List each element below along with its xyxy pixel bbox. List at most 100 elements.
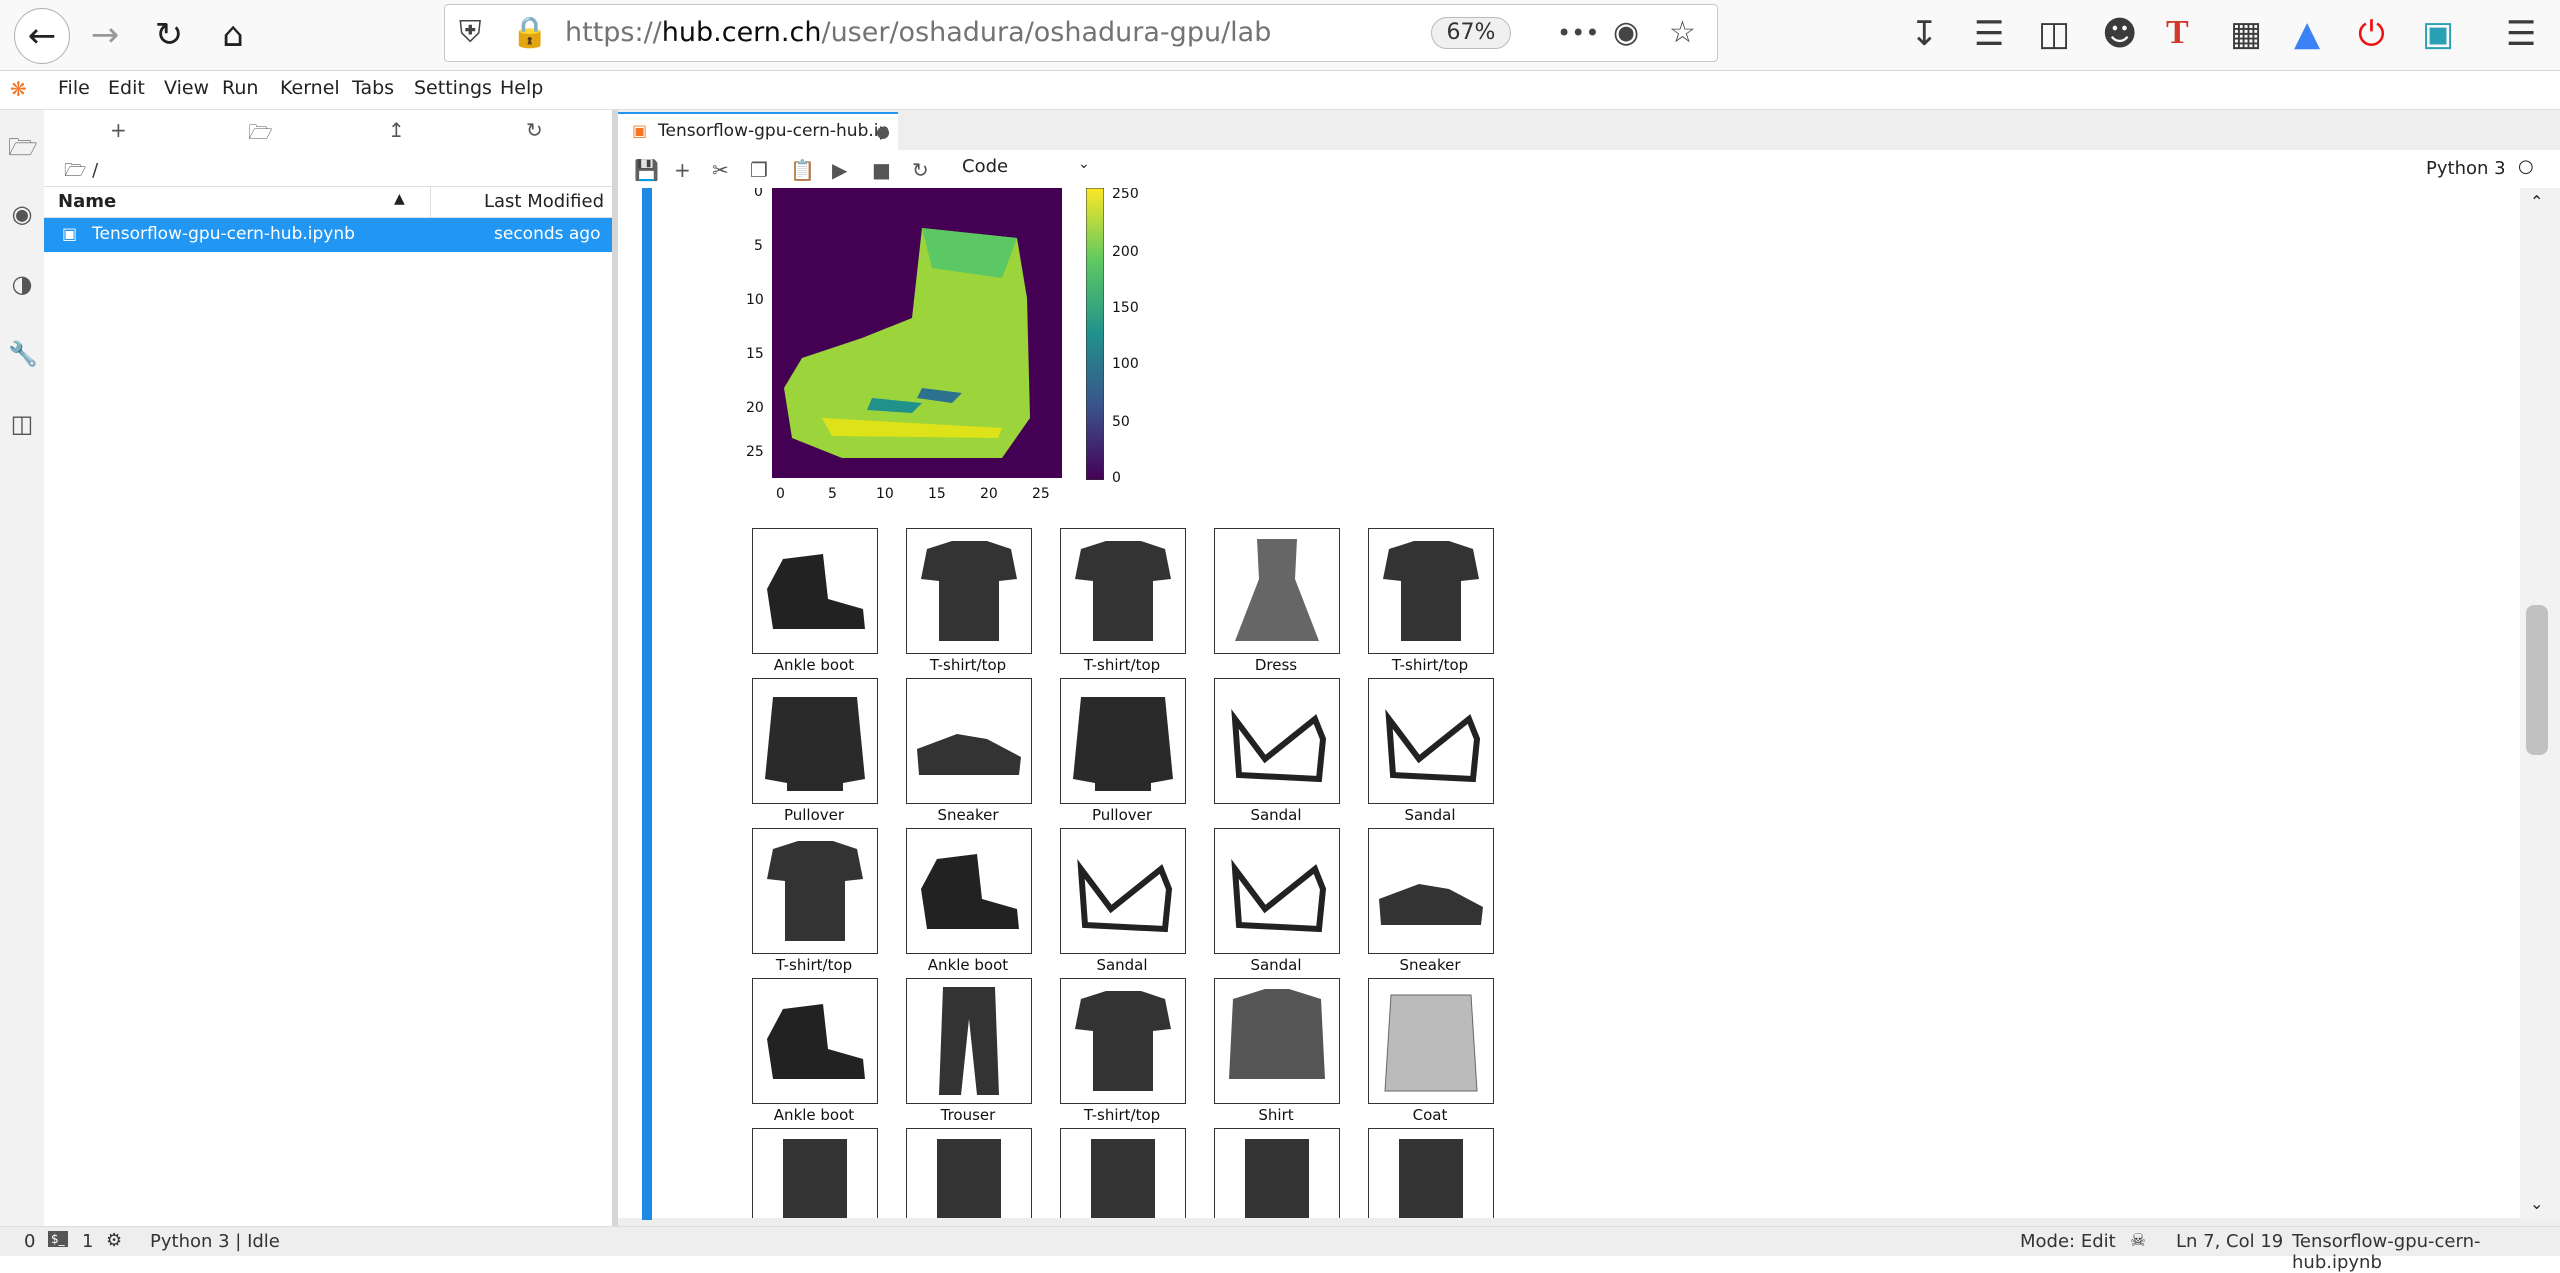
scroll-down-icon[interactable]: ⌄	[2530, 1194, 2543, 1213]
download-icon[interactable]: ↧	[1910, 14, 1939, 54]
unsaved-dot-icon[interactable]: ●	[876, 122, 890, 141]
y-tick: 15	[746, 346, 764, 362]
grid-thumbnail	[906, 678, 1032, 804]
lock-icon[interactable]: 🔒	[511, 15, 548, 50]
menu-kernel[interactable]: Kernel	[280, 77, 340, 99]
file-row[interactable]: ▣ Tensorflow-gpu-cern-hub.ipynb seconds …	[44, 218, 612, 252]
run-icon[interactable]: ▶	[832, 158, 847, 182]
new-launcher-icon[interactable]: +	[110, 118, 127, 142]
heatmap-image	[772, 188, 1062, 478]
grid-thumbnail	[1368, 528, 1494, 654]
chevron-down-icon[interactable]: ⌄	[1078, 156, 1090, 172]
kernel-status-icon[interactable]: ○	[2518, 156, 2534, 177]
grid-thumbnail	[1368, 678, 1494, 804]
menu-edit[interactable]: Edit	[108, 77, 145, 99]
grid-thumbnail	[1060, 678, 1186, 804]
extension-cap-icon[interactable]: ▲	[2294, 14, 2320, 54]
mode-indicator[interactable]: Mode: Edit	[2020, 1231, 2116, 1252]
cell-type-select[interactable]: Code ⌄	[962, 156, 1092, 180]
power-icon[interactable]: ⏻	[2358, 14, 2385, 54]
grid-thumbnail	[752, 528, 878, 654]
grid-label: T-shirt/top	[1083, 656, 1161, 674]
reload-button[interactable]: ↻	[142, 8, 196, 62]
grid-thumbnail	[1060, 528, 1186, 654]
pocket-icon[interactable]: ◉	[1613, 15, 1639, 50]
url-text[interactable]: https://hub.cern.ch/user/oshadura/oshadu…	[565, 17, 1271, 48]
copy-icon[interactable]: ❐	[750, 158, 768, 182]
menu-tabs[interactable]: Tabs	[352, 77, 394, 99]
column-last-modified[interactable]: Last Modified	[484, 191, 604, 212]
terminal-icon[interactable]: $_	[48, 1231, 68, 1247]
folder-icon[interactable]: 🗁	[64, 160, 86, 181]
colorbar-tick: 100	[1112, 356, 1139, 372]
grid-thumbnail	[1214, 828, 1340, 954]
grid-label: Ankle boot	[927, 956, 1009, 974]
extension-grid-icon[interactable]: ▦	[2230, 14, 2262, 54]
kernel-name[interactable]: Python 3	[2426, 158, 2506, 179]
shield-icon[interactable]: ⛨	[459, 15, 482, 50]
breadcrumb-root[interactable]: /	[92, 160, 98, 181]
hamburger-menu-icon[interactable]: ☰	[2506, 14, 2536, 54]
save-icon[interactable]: 💾	[634, 158, 659, 182]
status-count-1[interactable]: 0	[24, 1231, 35, 1252]
grid-label: T-shirt/top	[1391, 656, 1469, 674]
status-count-2[interactable]: 1	[82, 1231, 93, 1252]
status-filename[interactable]: Tensorflow-gpu-cern-hub.ipynb	[2292, 1231, 2560, 1273]
menu-view[interactable]: View	[164, 77, 209, 99]
scroll-thumb[interactable]	[2526, 605, 2548, 755]
grid-thumbnail	[1060, 828, 1186, 954]
palette-icon[interactable]: ◑	[8, 270, 36, 298]
wrench-icon[interactable]: 🔧	[8, 340, 38, 368]
breadcrumb[interactable]: 🗁 /	[64, 158, 98, 188]
home-button[interactable]: ⌂	[206, 8, 260, 62]
sidebar-icon[interactable]: ◫	[2038, 14, 2070, 54]
save-extension-icon[interactable]: ▣	[2422, 14, 2454, 54]
tabs-icon[interactable]: ◫	[8, 410, 36, 438]
extension-t-icon[interactable]: T	[2166, 14, 2189, 52]
x-tick: 25	[1032, 486, 1050, 502]
menu-file[interactable]: File	[58, 77, 90, 99]
scroll-up-icon[interactable]: ⌃	[2530, 192, 2543, 211]
upload-icon[interactable]: ↥	[388, 118, 405, 142]
grid-thumbnail	[1060, 978, 1186, 1104]
cut-icon[interactable]: ✂	[712, 158, 729, 182]
menu-run[interactable]: Run	[222, 77, 258, 99]
cell-type-value[interactable]: Code	[962, 156, 1008, 177]
back-button[interactable]: ←	[14, 8, 70, 64]
forward-button[interactable]: →	[78, 8, 132, 62]
menu-settings[interactable]: Settings	[414, 77, 492, 99]
url-bar[interactable]: ⛨ 🔒 https://hub.cern.ch/user/oshadura/os…	[444, 4, 1718, 62]
add-cell-icon[interactable]: +	[674, 158, 691, 182]
cursor-position[interactable]: Ln 7, Col 19	[2176, 1231, 2283, 1252]
running-icon[interactable]: ◉	[8, 200, 36, 228]
refresh-icon[interactable]: ↻	[526, 118, 543, 142]
library-icon[interactable]: ☰	[1974, 14, 2004, 54]
browser-toolbar: ← → ↻ ⌂ ⛨ 🔒 https://hub.cern.ch/user/osh…	[0, 0, 2560, 71]
grid-label: Sneaker	[1399, 956, 1461, 974]
kernel-gear-icon[interactable]: ⚙	[106, 1230, 122, 1251]
sort-caret-icon[interactable]: ▲	[394, 191, 405, 207]
grid-label: Ankle boot	[773, 1106, 855, 1124]
y-tick: 0	[754, 188, 763, 200]
kernel-status[interactable]: Python 3 | Idle	[150, 1231, 280, 1252]
folder-icon[interactable]: 🗁	[8, 130, 38, 161]
colorbar-tick: 200	[1112, 244, 1139, 260]
file-name[interactable]: Tensorflow-gpu-cern-hub.ipynb	[92, 224, 355, 244]
restart-icon[interactable]: ↻	[912, 158, 929, 182]
notebook-content[interactable]: 0 5 10 15 20 25 0 5 10 15 20 25 250 200 …	[618, 188, 2528, 1218]
jupyter-logo-icon: ❋	[10, 77, 27, 101]
account-icon[interactable]: ☻	[2102, 14, 2137, 54]
zoom-badge[interactable]: 67%	[1431, 17, 1511, 49]
page-actions-icon[interactable]: •••	[1557, 19, 1599, 47]
stop-icon[interactable]: ■	[872, 158, 891, 182]
menu-help[interactable]: Help	[500, 77, 543, 99]
bookmark-star-icon[interactable]: ☆	[1669, 15, 1696, 50]
tab-title[interactable]: Tensorflow-gpu-cern-hub.ip	[658, 121, 889, 141]
column-divider	[430, 187, 431, 217]
paste-icon[interactable]: 📋	[790, 158, 815, 182]
grid-label: Coat	[1412, 1106, 1448, 1124]
notebook-tab[interactable]: ▣ Tensorflow-gpu-cern-hub.ip ●	[618, 112, 898, 150]
new-folder-icon[interactable]: 🗁	[248, 118, 273, 152]
column-name[interactable]: Name	[58, 191, 116, 212]
trust-icon[interactable]: ☠	[2130, 1230, 2146, 1251]
